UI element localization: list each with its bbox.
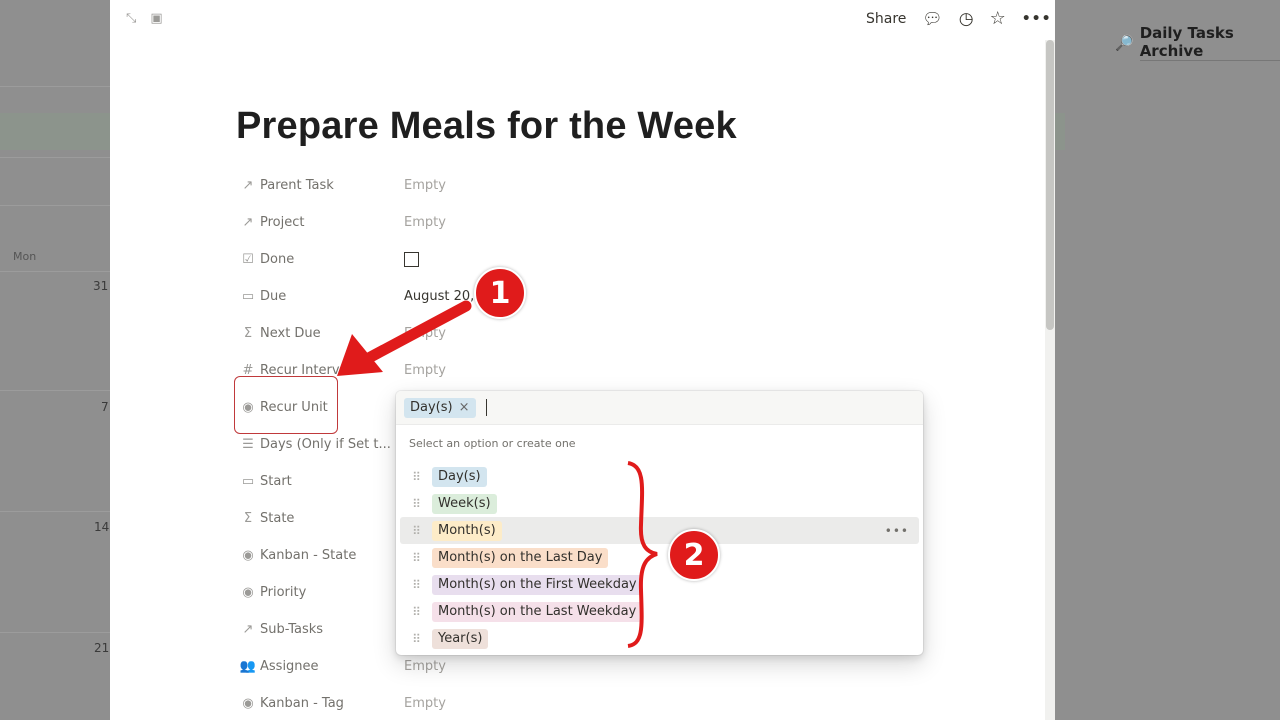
highlight-box — [234, 376, 338, 434]
property-label[interactable]: State — [260, 511, 404, 526]
property-label[interactable]: Kanban - Tag — [260, 696, 404, 711]
calendar-band — [0, 113, 110, 150]
property-value[interactable]: Empty — [404, 326, 446, 341]
drag-handle-icon[interactable]: ⠿ — [400, 551, 432, 565]
divider — [0, 632, 110, 633]
select-option[interactable]: ⠿ Month(s) ••• — [400, 517, 919, 544]
drag-handle-icon[interactable]: ⠿ — [400, 497, 432, 511]
property-icon: ◉ — [242, 695, 254, 711]
property-label[interactable]: Start — [260, 474, 404, 489]
option-tag: Month(s) on the First Weekday — [432, 574, 643, 595]
divider — [0, 86, 110, 87]
history-icon[interactable]: ◷ — [959, 9, 974, 29]
option-tag: Year(s) — [432, 628, 489, 649]
property-icon: ↗ — [242, 214, 254, 230]
divider — [0, 390, 110, 391]
property-icon: ↗ — [242, 621, 254, 637]
calendar-day-header: Mon — [13, 250, 37, 263]
property-icon: ☑ — [242, 251, 254, 267]
drag-handle-icon[interactable]: ⠿ — [400, 632, 432, 646]
property-label[interactable]: Done — [260, 252, 404, 267]
option-tag: Day(s) — [432, 466, 487, 487]
dropdown-hint: Select an option or create one — [409, 437, 576, 450]
property-row[interactable]: ◉ Kanban - Tag Empty — [236, 691, 736, 715]
divider — [0, 205, 110, 206]
magnifier-icon: 🔎 — [1115, 33, 1134, 52]
comment-icon[interactable]: 💬︎ — [922, 9, 942, 28]
option-more-icon[interactable]: ••• — [885, 524, 909, 538]
drag-handle-icon[interactable]: ⠿ — [400, 470, 432, 484]
property-label[interactable]: Priority — [260, 585, 404, 600]
text-cursor — [485, 399, 487, 416]
option-tag: Month(s) — [432, 520, 502, 541]
drag-handle-icon[interactable]: ⠿ — [400, 578, 432, 592]
property-icon: 👥 — [239, 658, 257, 674]
option-tag: Month(s) on the Last Day — [432, 547, 609, 568]
property-icon: ▭ — [241, 473, 255, 489]
property-value[interactable]: Empty — [404, 215, 446, 230]
option-tag: Month(s) on the Last Weekday — [432, 601, 643, 622]
divider — [0, 511, 110, 512]
star-icon[interactable]: ☆ — [990, 8, 1006, 29]
calendar-date[interactable]: 7 — [101, 400, 109, 414]
property-icon: ◉ — [242, 584, 254, 600]
property-label[interactable]: Sub-Tasks — [260, 622, 404, 637]
drag-handle-icon[interactable]: ⠿ — [400, 605, 432, 619]
property-row[interactable]: ↗ Parent Task Empty — [236, 173, 736, 197]
select-option[interactable]: ⠿ Month(s) on the Last Weekday — [400, 598, 919, 625]
peek-mode-icon[interactable]: ▣ — [150, 11, 162, 26]
calendar-date[interactable]: 31 — [93, 279, 108, 293]
option-tag: Week(s) — [432, 493, 497, 514]
select-dropdown: Day(s) × Select an option or create one … — [396, 391, 923, 655]
share-button[interactable]: Share — [866, 11, 906, 27]
property-icon: ▭ — [241, 288, 255, 304]
divider — [0, 271, 110, 272]
property-label[interactable]: Kanban - State — [260, 548, 404, 563]
select-option[interactable]: ⠿ Year(s) — [400, 625, 919, 652]
calendar-band — [1055, 113, 1065, 150]
property-row[interactable]: 👥 Assignee Empty — [236, 654, 736, 678]
property-label[interactable]: Next Due — [260, 326, 404, 341]
scrollbar-thumb[interactable] — [1046, 40, 1054, 330]
property-icon: Σ — [243, 325, 253, 341]
property-icon: ↗ — [242, 177, 254, 193]
selected-tag: Day(s) × — [404, 397, 476, 418]
calendar-date[interactable]: 14 — [94, 520, 109, 534]
page-title[interactable]: Prepare Meals for the Week — [236, 105, 737, 148]
calendar-date[interactable]: 21 — [94, 641, 109, 655]
selected-tag-label: Day(s) — [410, 400, 453, 415]
property-icon: Σ — [243, 510, 253, 526]
step-badge-2: 2 — [668, 529, 720, 581]
property-label[interactable]: Days (Only if Set t... — [260, 437, 404, 452]
property-row[interactable]: ☑ Done — [236, 247, 736, 271]
select-option[interactable]: ⠿ Month(s) on the Last Day — [400, 544, 919, 571]
select-option[interactable]: ⠿ Month(s) on the First Weekday — [400, 571, 919, 598]
property-value[interactable]: Empty — [404, 363, 446, 378]
property-value[interactable]: Empty — [404, 178, 446, 193]
property-value[interactable]: Empty — [404, 659, 446, 674]
select-search-input[interactable]: Day(s) × — [396, 391, 923, 425]
property-icon: ◉ — [242, 547, 254, 563]
done-checkbox[interactable] — [404, 251, 419, 267]
select-option[interactable]: ⠿ Week(s) — [400, 490, 919, 517]
property-label[interactable]: Due — [260, 289, 404, 304]
property-label[interactable]: Assignee — [260, 659, 404, 674]
property-icon: ☰ — [242, 436, 254, 452]
archive-link[interactable]: 🔎 Daily Tasks Archive — [1115, 24, 1280, 61]
remove-tag-icon[interactable]: × — [459, 400, 470, 415]
step-badge-1: 1 — [474, 267, 526, 319]
property-value[interactable]: Empty — [404, 696, 446, 711]
divider — [0, 157, 110, 158]
expand-icon[interactable]: ⤡ — [126, 11, 136, 26]
property-label[interactable]: Project — [260, 215, 404, 230]
archive-link-label: Daily Tasks Archive — [1139, 24, 1280, 61]
select-option[interactable]: ⠿ Day(s) — [400, 463, 919, 490]
property-row[interactable]: Σ Next Due Empty — [236, 321, 736, 345]
property-label[interactable]: Parent Task — [260, 178, 404, 193]
drag-handle-icon[interactable]: ⠿ — [400, 524, 432, 538]
property-row[interactable]: ↗ Project Empty — [236, 210, 736, 234]
more-icon[interactable]: ••• — [1022, 11, 1052, 27]
